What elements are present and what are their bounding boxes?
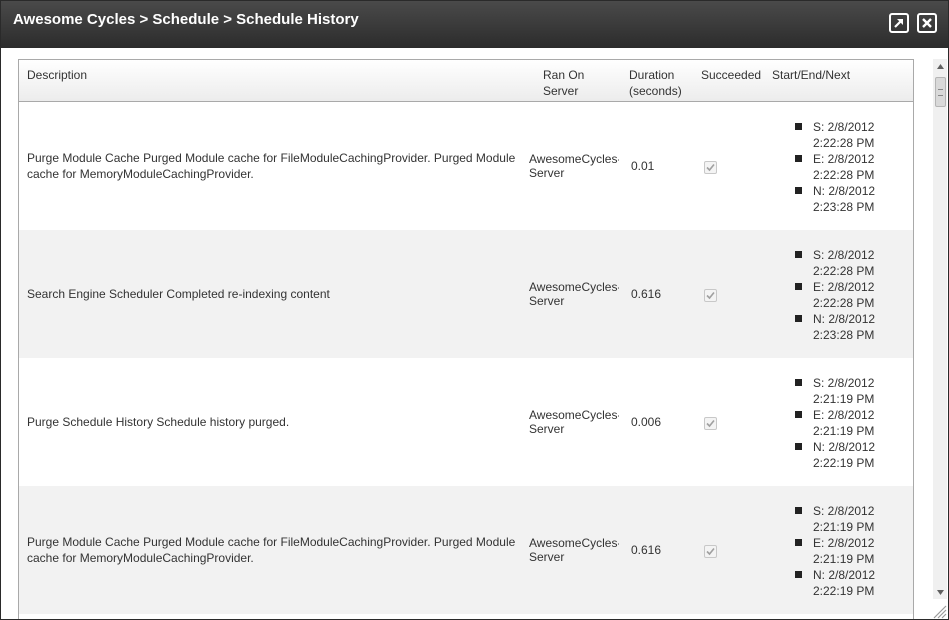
close-icon xyxy=(922,18,932,28)
row-server-line2: Server xyxy=(529,550,565,564)
start-time-item: S: 2/8/2012 2:22:28 PM xyxy=(793,119,913,151)
row-times-list: S: 2/8/2012 2:22:28 PM E: 2/8/2012 2:22:28… xyxy=(793,119,913,215)
row-server: AwesomeCycles- Server xyxy=(529,486,619,614)
header-description: Description xyxy=(27,68,88,82)
header-succeeded: Succeeded xyxy=(701,68,762,82)
row-description: Purge Module Cache Purged Module cache f… xyxy=(27,535,516,565)
resize-grip-icon[interactable] xyxy=(929,601,947,619)
next-time-item: N: 2/8/2012 2:23:28 PM xyxy=(793,311,913,343)
scrollbar-thumb[interactable] xyxy=(935,77,946,107)
next-time-item: N: 2/8/2012 2:22:19 PM xyxy=(793,567,913,599)
row-duration: 0.616 xyxy=(631,543,662,557)
table-row: Purge Module Cache Purged Module cache f… xyxy=(19,486,913,614)
row-server-line1: AwesomeCycles- xyxy=(529,280,619,294)
row-duration: 0.616 xyxy=(631,287,662,301)
history-grid: Description Ran On Server Duration (seco… xyxy=(18,59,914,619)
table-row: Purge Module Cache Purged Module cache f… xyxy=(19,102,913,230)
next-time-item: N: 2/8/2012 2:22:19 PM xyxy=(793,439,913,471)
row-server: AwesomeCycles- Server xyxy=(529,102,619,230)
succeeded-checkbox xyxy=(704,417,717,430)
arrow-down-icon xyxy=(936,589,944,595)
scroll-up-button[interactable] xyxy=(933,59,947,73)
schedule-history-dialog: Awesome Cycles > Schedule > Schedule His… xyxy=(0,0,949,620)
header-ran-on-server-line1: Ran On xyxy=(543,68,585,82)
header-start-end-next: Start/End/Next xyxy=(772,68,851,82)
row-server: AwesomeCycles- Server xyxy=(529,358,619,486)
end-time-item: E: 2/8/2012 2:21:19 PM xyxy=(793,407,913,439)
end-time-item: E: 2/8/2012 2:22:28 PM xyxy=(793,279,913,311)
end-time-item: E: 2/8/2012 2:22:28 PM xyxy=(793,151,913,183)
checkmark-icon xyxy=(706,163,715,172)
end-time-item: E: 2/8/2012 2:21:19 PM xyxy=(793,535,913,567)
checkmark-icon xyxy=(706,291,715,300)
row-description: Purge Schedule History Schedule history … xyxy=(27,415,290,429)
checkmark-icon xyxy=(706,547,715,556)
arrow-up-icon xyxy=(936,63,944,69)
row-description: Purge Module Cache Purged Module cache f… xyxy=(27,151,516,181)
row-duration: 0.006 xyxy=(631,415,662,429)
succeeded-checkbox xyxy=(704,289,717,302)
start-time-item: S: 2/8/2012 2:21:19 PM xyxy=(793,375,913,407)
row-server: AwesomeCycles- Server xyxy=(529,230,619,358)
vertical-scrollbar[interactable] xyxy=(933,59,947,599)
succeeded-checkbox xyxy=(704,161,717,174)
scroll-down-button[interactable] xyxy=(933,585,947,599)
dialog-title: Awesome Cycles > Schedule > Schedule His… xyxy=(13,11,359,28)
row-duration: 0.01 xyxy=(631,159,655,173)
row-server-line1: AwesomeCycles- xyxy=(529,152,619,166)
header-ran-on-server-line2: Server xyxy=(543,84,579,98)
table-row: Search Engine Scheduler Completed re-ind… xyxy=(19,230,913,358)
header-duration-line2: (seconds) xyxy=(629,84,682,98)
row-server-line2: Server xyxy=(529,294,565,308)
row-server-line2: Server xyxy=(529,422,565,436)
row-times-list: S: 2/8/2012 2:22:28 PM E: 2/8/2012 2:22:28… xyxy=(793,247,913,343)
row-times-list: S: 2/8/2012 2:21:19 PM E: 2/8/2012 2:21:19… xyxy=(793,503,913,599)
maximize-icon xyxy=(894,19,903,28)
row-server-line2: Server xyxy=(529,166,565,180)
dialog-titlebar[interactable]: Awesome Cycles > Schedule > Schedule His… xyxy=(1,1,948,48)
row-description: Search Engine Scheduler Completed re-ind… xyxy=(27,287,330,301)
succeeded-checkbox xyxy=(704,545,717,558)
dialog-content: Description Ran On Server Duration (seco… xyxy=(1,48,948,619)
header-duration: Duration (seconds) xyxy=(629,67,699,99)
header-duration-line1: Duration xyxy=(629,68,675,82)
row-times-list: S: 2/8/2012 2:21:19 PM E: 2/8/2012 2:21:19… xyxy=(793,375,913,471)
next-time-item: N: 2/8/2012 2:23:28 PM xyxy=(793,183,913,215)
close-button[interactable] xyxy=(917,13,937,33)
table-row: Purge Schedule History Schedule history … xyxy=(19,358,913,486)
row-server-line1: AwesomeCycles- xyxy=(529,408,619,422)
row-server-line1: AwesomeCycles- xyxy=(529,536,619,550)
start-time-item: S: 2/8/2012 2:21:19 PM xyxy=(793,503,913,535)
start-time-item: S: 2/8/2012 2:22:28 PM xyxy=(793,247,913,279)
header-ran-on-server: Ran On Server xyxy=(543,67,623,99)
checkmark-icon xyxy=(706,419,715,428)
maximize-button[interactable] xyxy=(889,13,909,33)
grid-header: Description Ran On Server Duration (seco… xyxy=(19,60,913,102)
